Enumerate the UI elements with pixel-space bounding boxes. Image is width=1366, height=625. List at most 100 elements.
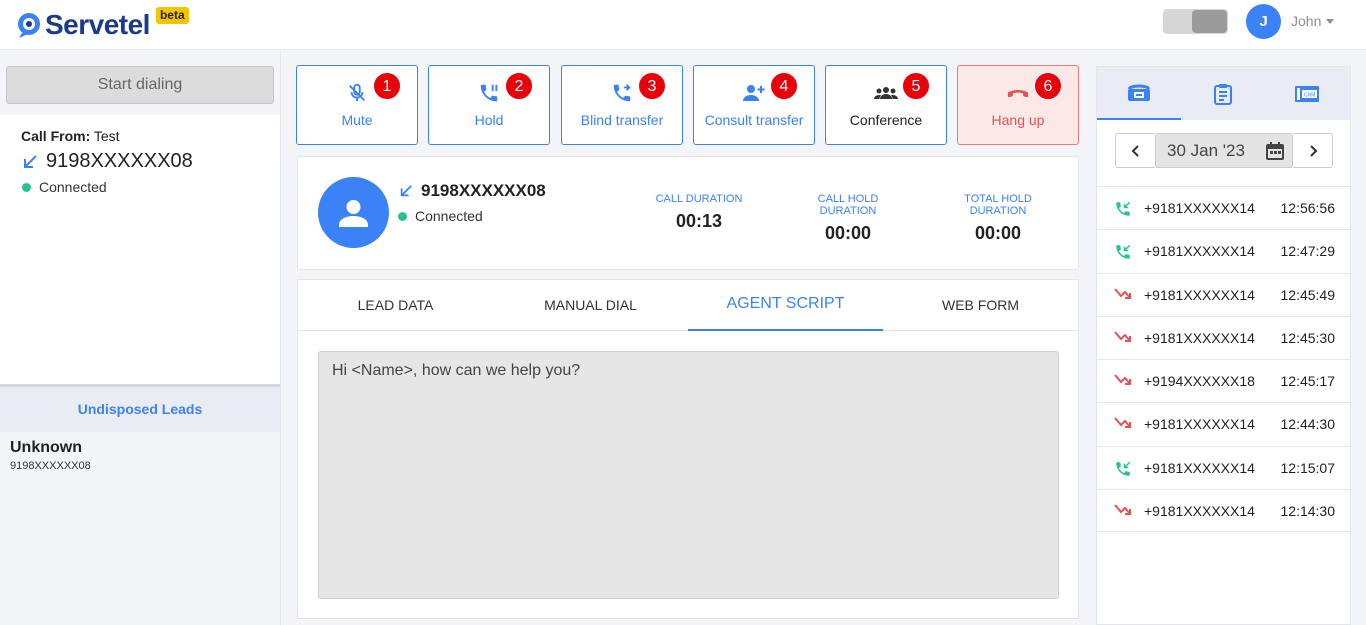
crm-icon: CRM [1295, 85, 1319, 102]
toggle-knob [1192, 10, 1227, 33]
call-number: +9194XXXXXX18 [1144, 373, 1255, 390]
caller-number: 9198XXXXXX08 [399, 181, 546, 201]
stat-label: CALL DURATION [655, 193, 743, 205]
call-missed-icon [1114, 330, 1132, 347]
call-number: +9181XXXXXX14 [1144, 243, 1255, 260]
caller-number-text: 9198XXXXXX08 [421, 181, 546, 200]
call-history-row[interactable]: +9194XXXXXX18 12:45:17 [1097, 359, 1350, 402]
status-dot-icon [398, 211, 407, 221]
phone-desk-icon [1127, 84, 1151, 101]
left-call-status: Connected [22, 179, 107, 195]
blind-transfer-button[interactable]: Blind transfer 3 [561, 65, 683, 145]
stat-value: 00:00 [824, 223, 872, 243]
call-missed-icon [1114, 503, 1132, 520]
shortcut-badge: 3 [638, 72, 666, 100]
call-received-icon [1114, 243, 1132, 264]
call-info-card: 9198XXXXXX08 Connected CALL DURATION 00:… [297, 156, 1079, 270]
beta-badge: beta [155, 7, 189, 24]
hang-up-button[interactable]: Hang up 6 [957, 65, 1079, 145]
left-call-number: 9198XXXXXX08 [22, 150, 193, 173]
tab-bar: LEAD DATA MANUAL DIAL AGENT SCRIPT WEB F… [298, 280, 1078, 331]
shortcut-badge: 2 [505, 72, 533, 100]
left-number-text: 9198XXXXXX08 [46, 150, 193, 172]
call-number: +9181XXXXXX14 [1144, 416, 1255, 433]
call-received-icon [1114, 200, 1132, 221]
user-avatar[interactable]: J [1246, 4, 1281, 39]
top-header: Servetel beta J John [0, 0, 1366, 50]
call-missed-icon [1114, 416, 1132, 433]
hold-label: Hold [474, 112, 504, 128]
call-history-row[interactable]: +9181XXXXXX14 12:45:30 [1097, 315, 1350, 359]
call-missed-icon [1114, 373, 1132, 390]
caller-avatar [318, 177, 389, 248]
start-dialing-button[interactable]: Start dialing [6, 66, 274, 104]
shortcut-badge: 5 [902, 72, 930, 100]
agent-script-box: Hi <Name>, how can we help you? [318, 351, 1059, 599]
tab-agent-script[interactable]: AGENT SCRIPT [688, 280, 883, 331]
hold-button[interactable]: Hold 2 [428, 65, 550, 145]
tab-manual-dial[interactable]: MANUAL DIAL [493, 280, 688, 331]
shortcut-badge: 6 [1034, 72, 1062, 100]
mute-button[interactable]: Mute 1 [296, 65, 418, 145]
stat-label: CALL HOLD DURATION [817, 193, 879, 217]
tab-crm[interactable]: CRM [1265, 67, 1349, 120]
call-number: +9181XXXXXX14 [1144, 329, 1255, 346]
call-number: +9181XXXXXX14 [1144, 459, 1255, 476]
call-history-row[interactable]: +9181XXXXXX14 12:45:49 [1097, 272, 1350, 316]
caret-down-icon[interactable] [1326, 19, 1334, 24]
call-number: +9181XXXXXX14 [1144, 503, 1255, 520]
call-history-row[interactable]: +9181XXXXXX14 12:14:30 [1097, 489, 1350, 533]
conference-button[interactable]: Conference 5 [825, 65, 947, 145]
chevron-right-icon [1309, 144, 1317, 157]
call-history-panel: CRM 30 Jan '23 +9181XXXXXX14 12:56:56 +918… [1096, 66, 1351, 625]
call-history-row[interactable]: +9181XXXXXX14 12:56:56 [1097, 186, 1350, 229]
tab-lead-data[interactable]: LEAD DATA [298, 280, 493, 331]
caller-status-text: Connected [415, 208, 483, 224]
consult-transfer-button[interactable]: Consult transfer 4 [693, 65, 815, 145]
logo-chat-icon [16, 11, 44, 39]
date-value: 30 Jan '23 [1167, 141, 1245, 160]
tab-call-log[interactable] [1097, 67, 1181, 120]
consult-transfer-label: Consult transfer [704, 112, 804, 128]
servetel-logo[interactable]: Servetel beta [16, 7, 189, 42]
call-from: Call From: Test [21, 128, 120, 144]
incoming-arrow-icon [24, 154, 37, 168]
blind-transfer-label: Blind transfer [580, 112, 664, 128]
call-history-row[interactable]: +9181XXXXXX14 12:44:30 [1097, 402, 1350, 445]
agent-script-text: Hi <Name>, how can we help you? [332, 362, 581, 379]
calendar-icon[interactable] [1266, 142, 1284, 160]
undisposed-lead-list: Unknown 9198XXXXXX08 [0, 432, 280, 625]
call-time: 12:45:30 [1280, 329, 1336, 346]
call-history-row[interactable]: +9181XXXXXX14 12:47:29 [1097, 229, 1350, 272]
call-received-icon [1114, 460, 1132, 481]
caller-status: Connected [398, 208, 483, 224]
call-number: +9181XXXXXX14 [1144, 286, 1255, 303]
svg-text:CRM: CRM [1304, 92, 1315, 98]
call-time: 12:45:17 [1280, 373, 1336, 390]
hang-up-label: Hang up [991, 112, 1045, 128]
chevron-left-icon [1131, 144, 1139, 157]
prev-date-button[interactable] [1115, 133, 1156, 168]
history-tab-bar: CRM [1097, 67, 1350, 120]
user-name[interactable]: John [1291, 13, 1321, 29]
conference-label: Conference [849, 112, 923, 128]
tabs-panel: LEAD DATA MANUAL DIAL AGENT SCRIPT WEB F… [297, 279, 1079, 619]
call-from-value: Test [93, 128, 120, 144]
app-name: Servetel [45, 9, 150, 40]
call-missed-icon [1114, 287, 1132, 304]
call-number: +9181XXXXXX14 [1144, 200, 1255, 216]
call-history-list: +9181XXXXXX14 12:56:56 +9181XXXXXX14 12:47:… [1097, 186, 1350, 533]
tab-web-form[interactable]: WEB FORM [883, 280, 1078, 331]
date-field[interactable]: 30 Jan '23 [1156, 133, 1292, 168]
left-panel: Start dialing Call From: Test 9198XXXXXX… [0, 51, 281, 625]
status-dot-icon [22, 182, 31, 192]
call-history-row[interactable]: +9181XXXXXX14 12:15:07 [1097, 445, 1350, 489]
call-time: 12:15:07 [1280, 459, 1336, 476]
tab-notes[interactable] [1181, 67, 1265, 120]
theme-toggle[interactable] [1163, 9, 1228, 34]
stat-value: 00:00 [974, 223, 1022, 243]
next-date-button[interactable] [1292, 133, 1333, 168]
undisposed-leads-header[interactable]: Undisposed Leads [0, 384, 280, 432]
call-time: 12:14:30 [1280, 503, 1336, 520]
call-time: 12:47:29 [1280, 243, 1336, 260]
